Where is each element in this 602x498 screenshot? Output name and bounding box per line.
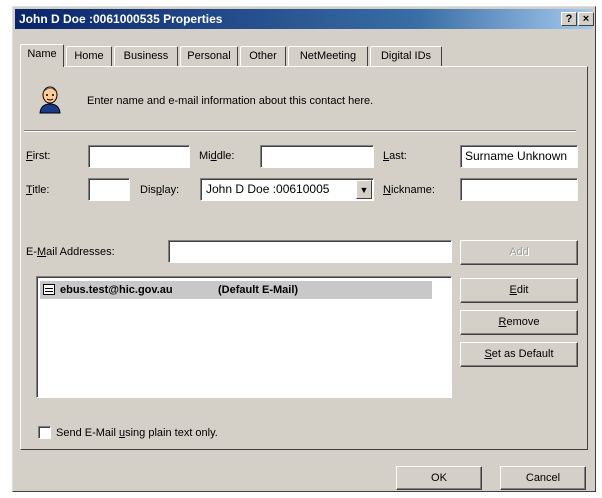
tab-other[interactable]: Other xyxy=(240,46,286,66)
title-bar[interactable]: John D Doe :0061000535 Properties ? × xyxy=(15,9,594,29)
tab-panel xyxy=(20,66,588,450)
ok-button[interactable]: OK xyxy=(396,466,482,490)
tab-business[interactable]: Business xyxy=(114,46,178,66)
tab-home[interactable]: Home xyxy=(66,46,112,66)
tab-digital-ids[interactable]: Digital IDs xyxy=(370,46,442,66)
cancel-button[interactable]: Cancel xyxy=(500,466,586,490)
tab-personal[interactable]: Personal xyxy=(180,46,238,66)
close-button[interactable]: × xyxy=(578,12,594,26)
help-button[interactable]: ? xyxy=(561,12,577,26)
tab-name[interactable]: Name xyxy=(20,44,64,67)
window-title: John D Doe :0061000535 Properties xyxy=(19,12,223,26)
tab-netmeeting[interactable]: NetMeeting xyxy=(288,46,368,66)
